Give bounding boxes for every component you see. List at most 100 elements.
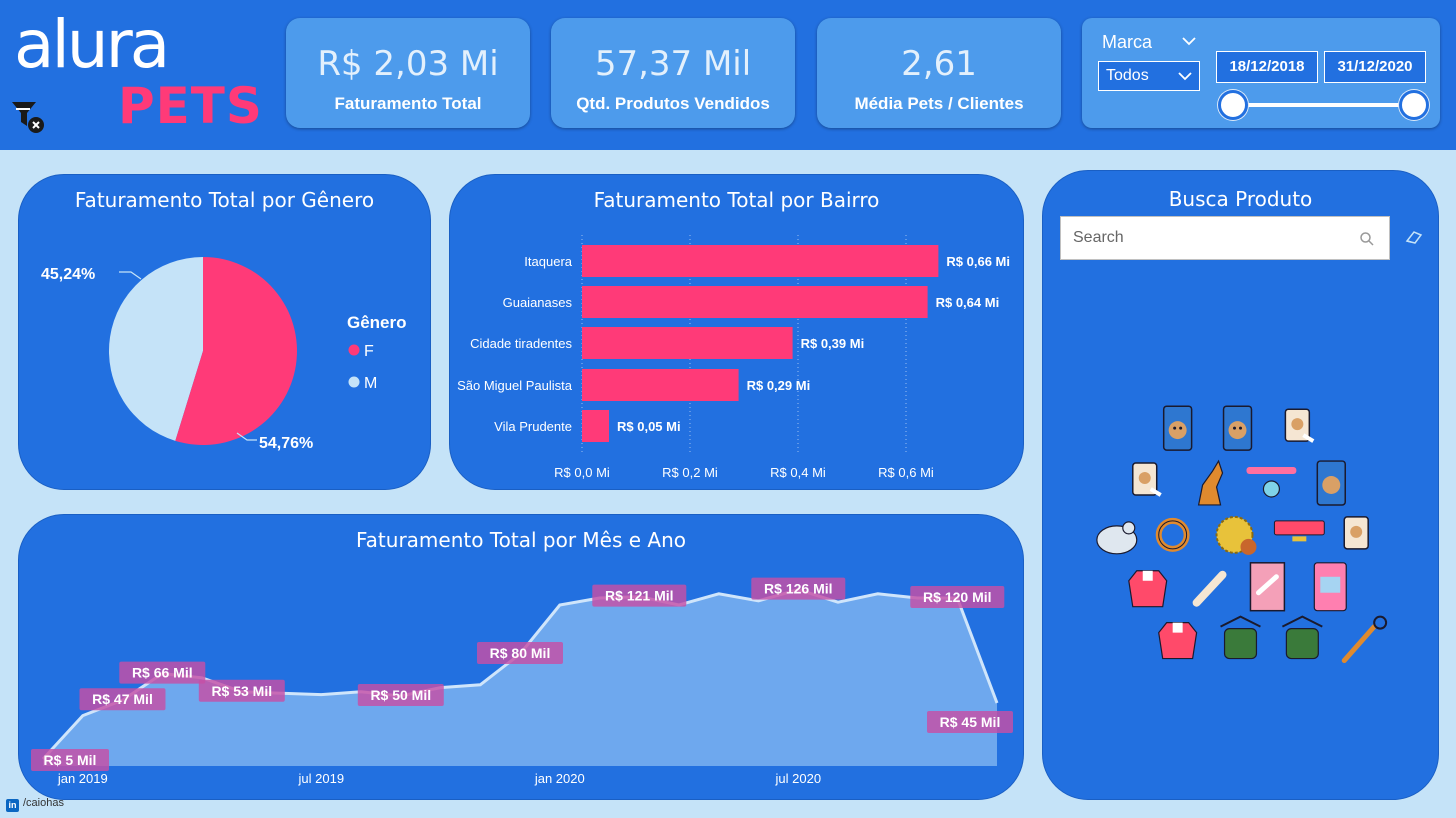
kpi-label: Faturamento Total [334, 94, 482, 113]
marca-selected-value: Todos [1106, 67, 1149, 84]
date-slider-end-handle[interactable] [1399, 90, 1429, 120]
logo-alura: alura [14, 6, 170, 83]
linkedin-icon: in [6, 799, 19, 812]
pet-food-bag-icon[interactable] [1284, 408, 1315, 443]
product-image-grid [1096, 405, 1388, 664]
data-label: R$ 80 Mil [477, 642, 563, 664]
bar[interactable] [582, 245, 939, 277]
pet-hanger-icon[interactable] [1220, 615, 1261, 660]
dog-icon[interactable] [1197, 459, 1224, 506]
x-tick-label: jan 2019 [57, 771, 108, 786]
mouse-toy-icon[interactable] [1096, 521, 1138, 555]
date-start-input[interactable]: 18/12/2018 [1216, 51, 1318, 83]
data-label: R$ 66 Mil [119, 661, 206, 684]
legend-marker-f [348, 344, 360, 356]
pet-coat-icon[interactable] [1128, 570, 1168, 608]
marca-title: Marca [1102, 32, 1153, 52]
kpi-label: Qtd. Produtos Vendidos [576, 94, 770, 113]
chevron-down-icon [1178, 72, 1192, 81]
pet-food-bag-icon[interactable] [1162, 405, 1193, 451]
bar[interactable] [582, 286, 928, 318]
data-label: R$ 45 Mil [927, 711, 1013, 733]
kpi-faturamento-total: R$ 2,03 Mi Faturamento Total [286, 18, 530, 128]
category-label: Vila Prudente [494, 419, 572, 434]
chevron-down-icon[interactable] [1180, 32, 1198, 50]
data-label-text: R$ 45 Mil [940, 714, 1001, 730]
data-label-text: R$ 53 Mil [211, 683, 272, 699]
marca-dropdown[interactable]: Todos [1098, 61, 1200, 91]
data-label-text: R$ 50 Mil [370, 687, 431, 703]
pet-food-bag-icon[interactable] [1132, 462, 1162, 497]
x-tick-label: jul 2020 [775, 771, 822, 786]
bar-value-label: R$ 0,66 Mi [946, 254, 1010, 269]
kpi-label: Média Pets / Clientes [854, 94, 1024, 113]
pet-brush-icon[interactable] [1341, 615, 1388, 664]
pet-hanger-icon[interactable] [1281, 615, 1323, 660]
filters-panel: Marca Todos 18/12/2018 31/12/2020 [1082, 18, 1440, 128]
legend-title: Gênero [347, 313, 407, 332]
data-label: R$ 120 Mil [910, 586, 1005, 608]
x-tick-label: R$ 0,6 Mi [878, 465, 934, 480]
pet-collar-icon[interactable] [1273, 520, 1325, 542]
data-label: R$ 5 Mil [31, 749, 109, 771]
bar[interactable] [582, 410, 609, 442]
pie-label-f: 54,76% [259, 435, 313, 452]
linkedin-handle: /caiohas [23, 797, 64, 809]
hedgehog-toy-icon[interactable] [1215, 515, 1257, 555]
legend-item-m[interactable]: M [364, 375, 377, 392]
x-tick-label: R$ 0,2 Mi [662, 465, 718, 480]
pet-food-bag-icon[interactable] [1222, 405, 1253, 451]
data-label-text: R$ 121 Mil [605, 588, 673, 604]
date-slider-track[interactable] [1234, 103, 1414, 107]
data-label: R$ 126 Mil [751, 577, 846, 600]
x-tick-label: jul 2019 [298, 771, 345, 786]
pie-label-m: 45,24% [41, 266, 95, 283]
bairro-chart-card: Faturamento Total por Bairro R$ 0,0 Mi R$… [449, 174, 1024, 490]
bar-value-label: R$ 0,05 Mi [617, 419, 681, 434]
data-label: R$ 47 Mil [79, 688, 166, 711]
data-label-text: R$ 126 Mil [764, 581, 832, 597]
filter-clear-icon[interactable] [10, 100, 46, 136]
pet-food-bag-icon[interactable] [1343, 516, 1369, 550]
bairro-bar-chart: R$ 0,0 Mi R$ 0,2 Mi R$ 0,4 Mi R$ 0,6 Mi Itaq… [457, 235, 1010, 480]
kpi-media-pets-clientes: 2,61 Média Pets / Clientes [817, 18, 1061, 128]
linkedin-credit[interactable]: in/caiohas [6, 797, 64, 812]
bone-icon[interactable] [1192, 570, 1227, 607]
x-tick-label: jan 2020 [534, 771, 585, 786]
category-label: Cidade tiradentes [470, 336, 572, 351]
date-slider-start-handle[interactable] [1218, 90, 1248, 120]
category-label: Itaquera [524, 254, 572, 269]
gender-chart-card: Faturamento Total por Gênero 45,24% 54,7… [18, 174, 431, 490]
pet-food-can-icon[interactable] [1313, 562, 1347, 612]
kpi-value: 2,61 [901, 44, 977, 84]
data-label-text: R$ 47 Mil [92, 691, 153, 707]
pet-coat-icon[interactable] [1158, 622, 1198, 660]
bar[interactable] [582, 369, 739, 401]
kpi-value: 57,37 Mil [594, 44, 752, 84]
legend-marker-m [348, 376, 360, 388]
dog-collar-icon[interactable] [1155, 517, 1190, 552]
data-label: R$ 121 Mil [592, 584, 687, 607]
search-product-card: Busca Produto Search [1042, 170, 1439, 800]
category-label: São Miguel Paulista [457, 378, 573, 393]
data-label-text: R$ 80 Mil [490, 645, 551, 661]
category-label: Guaianases [503, 295, 573, 310]
month-chart-card: Faturamento Total por Mês e Ano jan 2019… [18, 514, 1024, 800]
x-tick-label: R$ 0,0 Mi [554, 465, 610, 480]
kpi-value: R$ 2,03 Mi [317, 44, 499, 84]
bar[interactable] [582, 327, 793, 359]
header-bar: alura PETS R$ 2,03 Mi Faturamento Total … [0, 0, 1456, 150]
data-label: R$ 50 Mil [357, 684, 444, 706]
legend-item-f[interactable]: F [364, 343, 374, 360]
pet-food-bag-icon[interactable] [1316, 460, 1346, 506]
x-tick-label: R$ 0,4 Mi [770, 465, 826, 480]
date-end-input[interactable]: 31/12/2020 [1324, 51, 1426, 83]
treat-bag-icon[interactable] [1249, 562, 1286, 612]
pie-leader-line [119, 271, 142, 280]
bar-value-label: R$ 0,39 Mi [801, 336, 865, 351]
kpi-produtos-vendidos: 57,37 Mil Qtd. Produtos Vendidos [551, 18, 795, 128]
data-label-text: R$ 120 Mil [923, 589, 991, 605]
data-label-text: R$ 66 Mil [132, 665, 193, 681]
pet-collar-tag-icon[interactable] [1246, 467, 1297, 498]
data-label-text: R$ 5 Mil [44, 752, 97, 768]
